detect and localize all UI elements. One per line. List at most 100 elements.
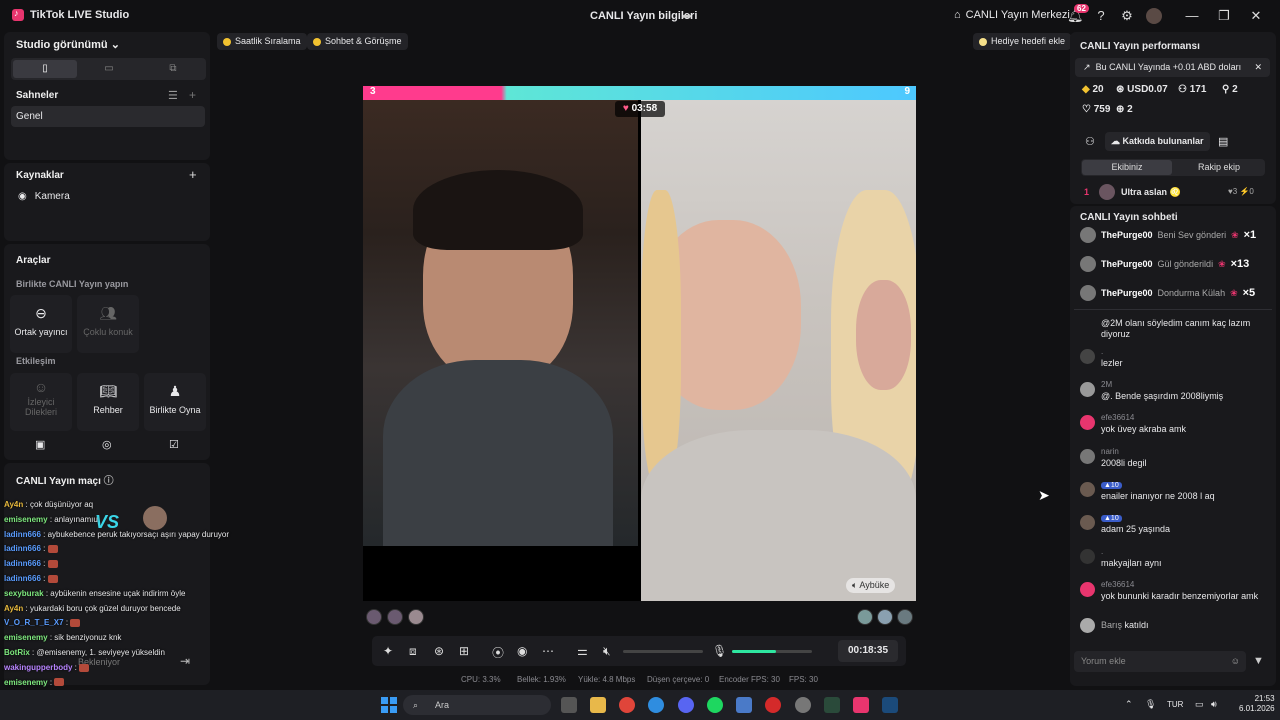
spotify-icon[interactable] (707, 697, 723, 713)
task-view-icon[interactable] (561, 697, 577, 713)
speaker-volume-slider[interactable] (623, 650, 703, 653)
gift-icon: ⊕ (1116, 104, 1125, 115)
exit-match-icon[interactable]: ⇥ (180, 654, 190, 668)
settings-sliders-icon[interactable]: ⚌ (577, 644, 588, 658)
gift-row[interactable]: ThePurge00 Gül gönderildi ❀ ×13 (1080, 256, 1249, 272)
tiktok-studio-taskbar-icon[interactable] (853, 697, 869, 713)
chat-user: efe36614 (1101, 580, 1135, 589)
steam-icon[interactable] (882, 697, 898, 713)
host-camera-feed (363, 100, 638, 546)
app-title: TikTok LIVE Studio (12, 8, 129, 21)
app-icon[interactable] (795, 697, 811, 713)
add-source-icon[interactable]: + (189, 167, 197, 182)
tool-icon-3[interactable]: ☑ (169, 438, 179, 451)
viewer-label-1: İzleyici (27, 397, 55, 407)
mouse-cursor-icon: ➤ (1038, 487, 1050, 503)
guest-name-tag[interactable]: 🔈︎ Aybüke (846, 578, 896, 593)
chat-meet-button[interactable]: Sohbet & Görüşme (307, 33, 408, 50)
hourly-ranking-button[interactable]: Saatlik Sıralama (217, 33, 307, 50)
opera-icon[interactable] (765, 697, 781, 713)
gear-icon[interactable]: ⚙ (1119, 8, 1135, 24)
close-icon[interactable]: ✕ (1248, 8, 1264, 24)
share-icon[interactable]: ➦ (682, 9, 692, 23)
dual-option[interactable]: ⧉ (141, 60, 205, 78)
gift-row[interactable]: ThePurge00 Dondurma Külah ❀ ×5 (1080, 285, 1255, 301)
app-icon[interactable] (736, 697, 752, 713)
system-clock[interactable]: 21:53 6.01.2026 (1239, 694, 1275, 714)
cohost-button[interactable]: ⊖ Ortak yayıncı (10, 295, 72, 353)
gift-icon: ❀ (1218, 258, 1226, 269)
filter-icon[interactable]: ▼ (1253, 655, 1264, 667)
scene-item-genel[interactable]: Genel (11, 106, 205, 127)
overlay-chat-text: çok düşünüyor aq (29, 500, 94, 509)
list-view-icon[interactable]: ▤ (1218, 135, 1228, 148)
gifter-avatar[interactable] (408, 609, 424, 625)
network-icon[interactable]: ▭ (1195, 699, 1204, 710)
likes-value: 759 (1093, 104, 1111, 115)
more-icon[interactable]: ⋯ (542, 644, 554, 658)
comment-input[interactable]: Yorum ekle ☺ (1074, 651, 1246, 672)
layout-icon[interactable]: ⧈ (409, 644, 417, 659)
tab-your-team[interactable]: Ekibiniz (1082, 160, 1172, 175)
language-indicator[interactable]: TUR (1167, 700, 1183, 709)
help-icon[interactable]: ? (1093, 8, 1109, 24)
effects-icon[interactable]: ⊛ (434, 644, 444, 658)
record-icon[interactable]: ⦿ (492, 644, 504, 661)
minimize-icon[interactable]: — (1184, 8, 1200, 24)
overlay-chat-message: BotRix : @emisenemy, 1. seviyeye yükseld… (4, 648, 165, 657)
gifter-avatar[interactable] (877, 609, 893, 625)
maximize-icon[interactable]: ❐ (1216, 8, 1232, 24)
rank-user-name: Ultra aslan (1121, 187, 1168, 197)
chrome-icon[interactable] (619, 697, 635, 713)
avatar[interactable] (1099, 184, 1115, 200)
emoji-icon[interactable]: ☺ (1231, 651, 1240, 672)
gifter-avatar[interactable] (366, 609, 382, 625)
earnings-text: Bu CANLI Yayında +0.01 ABD doları (1095, 62, 1242, 72)
broadcast-icon[interactable]: ◉ (517, 644, 527, 658)
gift-icon: ❀ (1231, 229, 1239, 240)
portrait-option[interactable]: ▯ (13, 60, 77, 78)
terminal-icon[interactable] (824, 697, 840, 713)
gifter-avatar[interactable] (857, 609, 873, 625)
volume-icon[interactable]: 🔊︎ (1211, 699, 1217, 710)
windows-start-icon[interactable] (381, 697, 397, 713)
studio-view-dropdown[interactable]: Studio görünümü ⌄ (16, 38, 120, 51)
mute-speaker-icon[interactable]: 🔇︎ (603, 644, 611, 659)
contributors-icon: ☁ (1111, 136, 1120, 146)
viewer-wishes-button[interactable]: ☺ İzleyici Dilekleri (10, 373, 72, 431)
tool-icon-1[interactable]: ▣ (35, 438, 45, 451)
tab-rival-team[interactable]: Rakip ekip (1174, 160, 1264, 175)
play-together-button[interactable]: ♟ Birlikte Oyna (144, 373, 206, 431)
chat-user: . (1101, 347, 1104, 356)
info-icon[interactable]: ⓘ (104, 476, 114, 487)
guide-button[interactable]: 📖︎ Rehber (77, 373, 139, 431)
source-item-camera[interactable]: ◉ Kamera (18, 191, 70, 202)
mic-volume-slider[interactable] (732, 650, 812, 653)
taskbar-search[interactable]: ⌕ Ara (403, 695, 551, 715)
scene-icon[interactable]: ⊞ (459, 644, 469, 658)
magic-wand-icon[interactable]: ✦ (383, 644, 393, 658)
landscape-option[interactable]: ▭ (77, 60, 141, 78)
rank-user[interactable]: Ultra aslan ♌ (1121, 187, 1181, 198)
tray-chevron-icon[interactable]: ⌃ (1125, 699, 1133, 710)
list-icon[interactable]: ☰ (168, 89, 178, 102)
gift-row[interactable]: ThePurge00 Beni Sev gönderi ❀ ×1 (1080, 227, 1256, 243)
close-notice-icon[interactable]: ✕ (1254, 58, 1262, 77)
file-explorer-icon[interactable] (590, 697, 606, 713)
contributors-button[interactable]: ☁ Katkıda bulunanlar (1105, 132, 1210, 151)
add-scene-icon[interactable]: + (189, 88, 196, 102)
edge-icon[interactable] (648, 697, 664, 713)
camera-icon: ◉ (18, 191, 27, 202)
profile-avatar[interactable] (1146, 8, 1162, 24)
live-center-button[interactable]: ⌂ CANLI Yayın Merkezi (954, 9, 1070, 21)
upload-stat: Yükle: 4.8 Mbps (578, 675, 636, 684)
gifter-avatar[interactable] (387, 609, 403, 625)
discord-icon[interactable] (678, 697, 694, 713)
gifter-avatar[interactable] (897, 609, 913, 625)
user-icon[interactable]: ⚇ (1085, 135, 1095, 148)
gift-goal-button[interactable]: Hediye hedefi ekle (973, 33, 1072, 50)
multi-guest-button[interactable]: 👥︎ Çoklu konuk (77, 295, 139, 353)
tool-icon-2[interactable]: ◎ (102, 438, 112, 451)
tray-mic-icon[interactable]: 🎙︎ (1145, 699, 1156, 710)
microphone-icon[interactable]: 🎙︎ (712, 644, 727, 658)
